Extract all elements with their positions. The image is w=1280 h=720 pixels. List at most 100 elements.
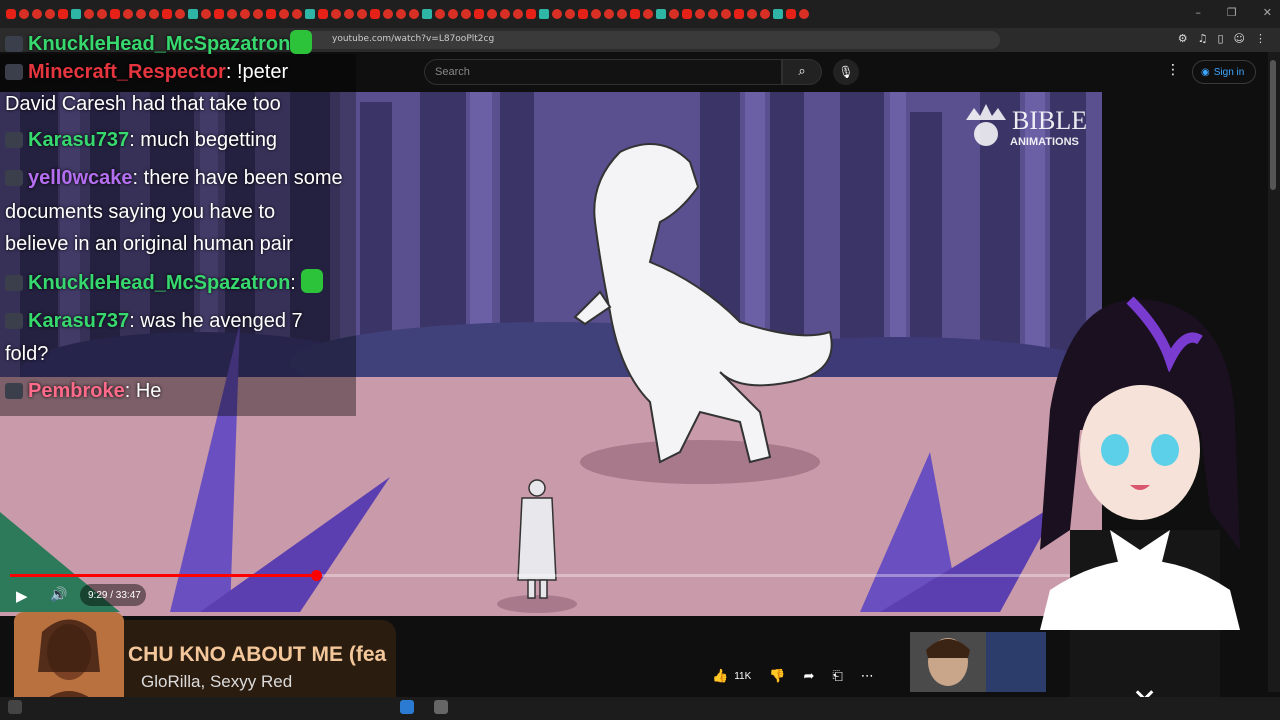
- browser-tab-favicon[interactable]: [305, 9, 315, 19]
- more-icon[interactable]: ⋯: [861, 669, 874, 684]
- search-button[interactable]: ⌕: [782, 59, 822, 85]
- browser-tab-favicon[interactable]: [695, 9, 705, 19]
- settings-menu-icon[interactable]: ⋮: [1166, 62, 1180, 78]
- voice-search-button[interactable]: 🎙: [833, 59, 859, 85]
- browser-tab-favicon[interactable]: [682, 9, 692, 19]
- maximize-button[interactable]: ❐: [1227, 6, 1237, 19]
- menu-icon[interactable]: ⋮: [1255, 32, 1266, 45]
- vscode-icon[interactable]: [400, 700, 414, 714]
- browser-tab-favicon[interactable]: [175, 9, 185, 19]
- browser-tab-favicon[interactable]: [97, 9, 107, 19]
- chat-username[interactable]: Karasu737: [28, 129, 129, 151]
- browser-tab-favicon[interactable]: [786, 9, 796, 19]
- save-icon[interactable]: ⎗: [832, 669, 842, 684]
- start-icon[interactable]: [8, 700, 22, 714]
- chat-username[interactable]: Minecraft_Respector: [28, 61, 226, 83]
- browser-tab-favicon[interactable]: [331, 9, 341, 19]
- browser-tab-favicon[interactable]: [318, 9, 328, 19]
- browser-tab-favicon[interactable]: [487, 9, 497, 19]
- browser-tab-favicon[interactable]: [357, 9, 367, 19]
- browser-tab-favicon[interactable]: [604, 9, 614, 19]
- browser-tab-favicon[interactable]: [747, 9, 757, 19]
- browser-tab-favicon[interactable]: [32, 9, 42, 19]
- browser-tab-favicon[interactable]: [422, 9, 432, 19]
- browser-tab-favicon[interactable]: [513, 9, 523, 19]
- browser-tab-favicon[interactable]: [396, 9, 406, 19]
- browser-tab-favicon[interactable]: [279, 9, 289, 19]
- browser-tab-favicon[interactable]: [435, 9, 445, 19]
- profile-icon[interactable]: ☺: [1234, 32, 1245, 45]
- browser-tab-favicon[interactable]: [383, 9, 393, 19]
- dislike-icon[interactable]: 👎: [769, 669, 785, 684]
- browser-tab-favicon[interactable]: [162, 9, 172, 19]
- browser-tab-favicon[interactable]: [45, 9, 55, 19]
- browser-tab-favicon[interactable]: [500, 9, 510, 19]
- sidebar-icon[interactable]: ▯: [1217, 32, 1223, 45]
- progress-scrubber[interactable]: [311, 570, 322, 581]
- browser-tab-favicon[interactable]: [656, 9, 666, 19]
- browser-tab-favicon[interactable]: [799, 9, 809, 19]
- browser-tab-favicon[interactable]: [6, 9, 16, 19]
- browser-tab-favicon[interactable]: [19, 9, 29, 19]
- minimize-button[interactable]: –: [1195, 6, 1201, 19]
- browser-tab-favicon[interactable]: [71, 9, 81, 19]
- browser-tab-favicon[interactable]: [58, 9, 68, 19]
- browser-tab-favicon[interactable]: [110, 9, 120, 19]
- share-icon[interactable]: ➦: [803, 669, 814, 684]
- browser-tab-favicon[interactable]: [474, 9, 484, 19]
- url-field[interactable]: youtube.com/watch?v=L87ooPlt2cg: [300, 31, 1000, 49]
- extensions-icon[interactable]: ⚙: [1178, 32, 1188, 45]
- music-icon[interactable]: ♫: [1198, 32, 1208, 45]
- browser-tab-favicon[interactable]: [266, 9, 276, 19]
- browser-tab-favicon[interactable]: [617, 9, 627, 19]
- play-icon[interactable]: ▶: [16, 587, 28, 605]
- search-input[interactable]: Search: [424, 59, 782, 85]
- browser-taskbar-icon[interactable]: [434, 700, 448, 714]
- browser-tab-favicon[interactable]: [214, 9, 224, 19]
- browser-tab-favicon[interactable]: [149, 9, 159, 19]
- chat-text: : much begetting: [129, 129, 278, 151]
- browser-tab-favicon[interactable]: [552, 9, 562, 19]
- browser-tab-favicon[interactable]: [292, 9, 302, 19]
- browser-tab-favicon[interactable]: [708, 9, 718, 19]
- chat-text: : was he avenged 7: [129, 310, 303, 332]
- chat-text: documents saying you have to: [5, 201, 276, 223]
- browser-tab-favicon[interactable]: [721, 9, 731, 19]
- sign-in-button[interactable]: ◉ Sign in: [1192, 60, 1256, 84]
- browser-tab-favicon[interactable]: [773, 9, 783, 19]
- volume-icon[interactable]: 🔊: [50, 587, 67, 603]
- browser-tab-favicon[interactable]: [760, 9, 770, 19]
- chat-username[interactable]: KnuckleHead_McSpazatron: [28, 272, 290, 294]
- chat-username[interactable]: yell0wcake: [28, 167, 133, 189]
- chat-text: : He: [124, 380, 162, 402]
- browser-tab-favicon[interactable]: [253, 9, 263, 19]
- browser-tab-favicon[interactable]: [370, 9, 380, 19]
- chat-username[interactable]: Pembroke: [28, 380, 125, 402]
- recommended-thumbnail[interactable]: [910, 632, 986, 692]
- browser-tab-favicon[interactable]: [526, 9, 536, 19]
- browser-tab-favicon[interactable]: [188, 9, 198, 19]
- browser-tab-favicon[interactable]: [578, 9, 588, 19]
- browser-tab-favicon[interactable]: [539, 9, 549, 19]
- browser-tab-favicon[interactable]: [123, 9, 133, 19]
- browser-tab-favicon[interactable]: [84, 9, 94, 19]
- browser-tab-favicon[interactable]: [591, 9, 601, 19]
- browser-tab-favicon[interactable]: [201, 9, 211, 19]
- browser-tab-favicon[interactable]: [461, 9, 471, 19]
- browser-tab-favicon[interactable]: [643, 9, 653, 19]
- browser-tab-favicon[interactable]: [669, 9, 679, 19]
- scrollbar-thumb[interactable]: [1270, 60, 1276, 190]
- chat-username[interactable]: Karasu737: [28, 310, 129, 332]
- browser-tab-favicon[interactable]: [734, 9, 744, 19]
- like-icon[interactable]: 👍: [712, 669, 728, 684]
- browser-tab-favicon[interactable]: [409, 9, 419, 19]
- browser-tab-favicon[interactable]: [136, 9, 146, 19]
- browser-tab-favicon[interactable]: [448, 9, 458, 19]
- browser-tab-favicon[interactable]: [630, 9, 640, 19]
- browser-tab-favicon[interactable]: [227, 9, 237, 19]
- browser-tab-favicon[interactable]: [240, 9, 250, 19]
- close-window-button[interactable]: ✕: [1263, 6, 1272, 19]
- browser-tab-favicon[interactable]: [344, 9, 354, 19]
- browser-tab-favicon[interactable]: [565, 9, 575, 19]
- chat-username[interactable]: KnuckleHead_McSpazatron: [28, 33, 290, 55]
